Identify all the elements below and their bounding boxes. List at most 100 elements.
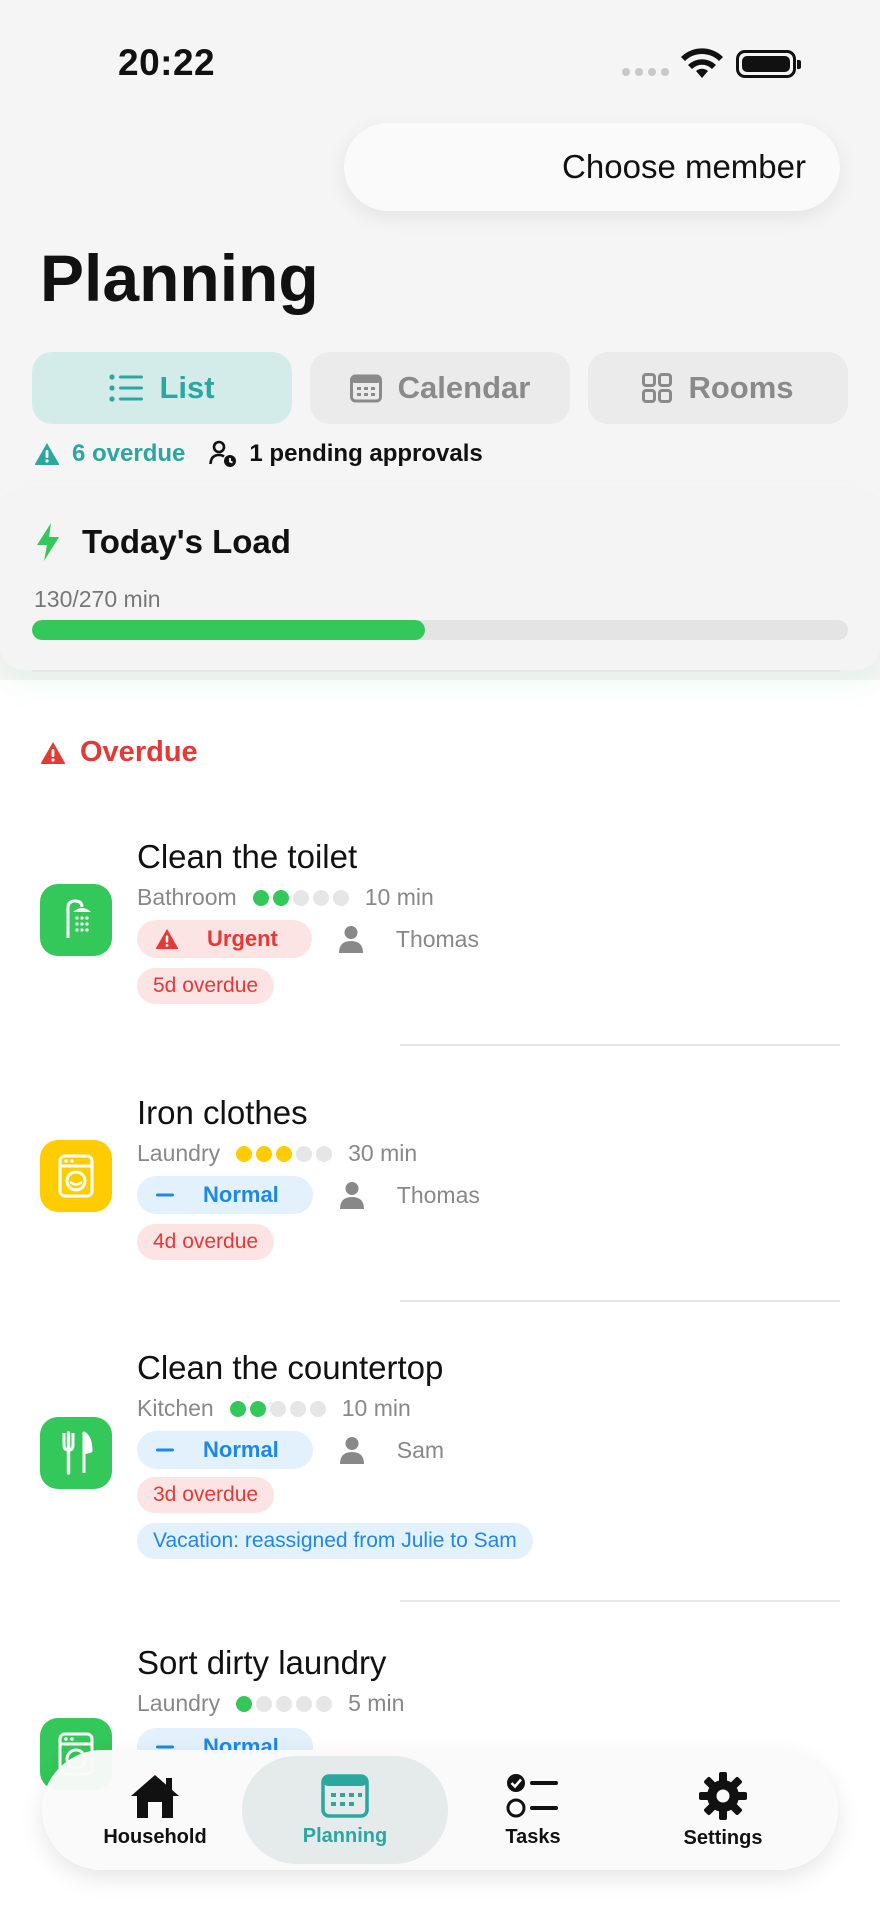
task-duration: 10 min <box>364 884 434 910</box>
tab-rooms-label: Rooms <box>688 370 794 405</box>
house-icon <box>131 1774 179 1818</box>
todays-load-progress <box>32 620 848 640</box>
checklist-icon <box>506 1773 558 1817</box>
fork-knife-icon <box>62 1431 93 1475</box>
tab-list[interactable]: List <box>32 352 292 424</box>
task-assignee: Thomas <box>339 1181 480 1209</box>
priority-label: Urgent <box>207 926 278 951</box>
divider <box>400 1044 840 1046</box>
warning-icon <box>155 928 179 950</box>
tab-rooms[interactable]: Rooms <box>588 352 848 424</box>
calendar-icon <box>321 1773 369 1818</box>
task-meta: Bathroom 10 min <box>137 884 434 911</box>
priority-badge: Normal <box>137 1431 313 1469</box>
todays-load-card <box>0 490 880 670</box>
divider <box>400 1300 840 1302</box>
list-icon <box>109 374 144 402</box>
status-time: 20:22 <box>118 42 216 83</box>
task-duration: 10 min <box>341 1395 411 1421</box>
task-name: Iron clothes <box>137 1094 308 1131</box>
task-meta: Laundry 5 min <box>137 1690 404 1717</box>
difficulty-dots <box>236 1695 333 1712</box>
page-title: Planning <box>40 241 319 315</box>
task-room-icon <box>40 1417 112 1489</box>
task-name: Sort dirty laundry <box>137 1644 387 1681</box>
task-tags: Normal Sam <box>137 1431 444 1469</box>
tab-planning-label: Planning <box>302 1824 388 1847</box>
gear-icon <box>699 1771 747 1820</box>
overdue-count: 6 overdue <box>72 440 186 467</box>
grid-icon <box>642 373 673 403</box>
overdue-summary[interactable]: 6 overdue <box>34 440 185 468</box>
pending-approvals[interactable]: 1 pending approvals <box>209 440 483 468</box>
tab-household-label: Household <box>103 1825 207 1848</box>
task-tags: Urgent Thomas <box>137 920 479 958</box>
choose-member-button[interactable]: Choose member <box>344 123 840 211</box>
person-clock-icon <box>209 440 237 467</box>
section-title: Overdue <box>80 736 198 768</box>
tab-household[interactable]: Household <box>60 1750 250 1870</box>
divider <box>32 670 840 672</box>
task-room: Kitchen <box>137 1395 214 1421</box>
vacation-reassign-badge: Vacation: reassigned from Julie to Sam <box>137 1523 533 1559</box>
priority-badge: Urgent <box>137 920 312 958</box>
task-room: Laundry <box>137 1690 221 1716</box>
minus-icon <box>156 1193 174 1197</box>
difficulty-dots <box>229 1400 326 1417</box>
assignee-name: Thomas <box>395 925 479 952</box>
minus-icon <box>156 1448 174 1452</box>
pending-approvals-label: 1 pending approvals <box>249 440 483 467</box>
task-assignee: Thomas <box>338 925 479 953</box>
task-tags: Normal Thomas <box>137 1176 480 1214</box>
washing-machine-icon <box>58 1154 94 1198</box>
divider <box>400 1600 840 1602</box>
person-icon <box>339 1182 364 1209</box>
section-overdue-header: Overdue <box>40 736 198 769</box>
task-name: Clean the toilet <box>137 838 358 875</box>
wifi-icon <box>681 48 723 78</box>
assignee-name: Thomas <box>396 1181 480 1208</box>
bottom-tab-bar: Household Planning Tasks Settings <box>42 1750 838 1870</box>
tab-calendar[interactable]: Calendar <box>310 352 570 424</box>
tab-settings[interactable]: Settings <box>628 1750 818 1870</box>
todays-load-value: 130/270 min <box>34 586 161 612</box>
bolt-icon <box>37 523 59 561</box>
tab-list-label: List <box>159 370 215 405</box>
warning-icon <box>40 741 66 764</box>
task-assignee: Sam <box>339 1436 444 1464</box>
todays-load-title: Today's Load <box>82 523 291 560</box>
task-meta: Laundry 30 min <box>137 1140 417 1167</box>
task-room-icon <box>40 884 112 956</box>
tab-tasks-label: Tasks <box>505 1825 561 1848</box>
task-duration: 5 min <box>348 1690 405 1716</box>
task-name: Clean the countertop <box>137 1349 444 1386</box>
shower-icon <box>66 899 91 938</box>
assignee-name: Sam <box>396 1436 445 1463</box>
task-room: Laundry <box>137 1140 221 1166</box>
cellular-signal-icon <box>622 68 669 76</box>
overdue-badge: 3d overdue <box>137 1477 275 1513</box>
tab-tasks[interactable]: Tasks <box>438 1750 628 1870</box>
overdue-badge: 4d overdue <box>137 1224 275 1260</box>
priority-label: Normal <box>203 1182 279 1207</box>
task-room: Bathroom <box>137 884 237 910</box>
task-room-icon <box>40 1140 112 1212</box>
tab-calendar-label: Calendar <box>397 370 531 405</box>
warning-icon <box>34 443 60 465</box>
tab-planning[interactable]: Planning <box>242 1756 448 1864</box>
todays-load-progress-fill <box>32 620 425 640</box>
status-bar: 20:22 <box>0 0 880 120</box>
tab-settings-label: Settings <box>683 1826 763 1849</box>
battery-icon <box>736 50 801 78</box>
overdue-badge: 5d overdue <box>137 968 275 1004</box>
difficulty-dots <box>236 1145 333 1162</box>
priority-badge: Normal <box>137 1176 313 1214</box>
calendar-icon <box>349 374 382 403</box>
task-meta: Kitchen 10 min <box>137 1395 411 1422</box>
summary-row: 6 overdue 1 pending approvals <box>34 440 483 468</box>
person-icon <box>338 926 363 953</box>
person-icon <box>339 1437 364 1464</box>
difficulty-dots <box>252 889 349 906</box>
priority-label: Normal <box>203 1437 279 1462</box>
task-duration: 30 min <box>348 1140 418 1166</box>
